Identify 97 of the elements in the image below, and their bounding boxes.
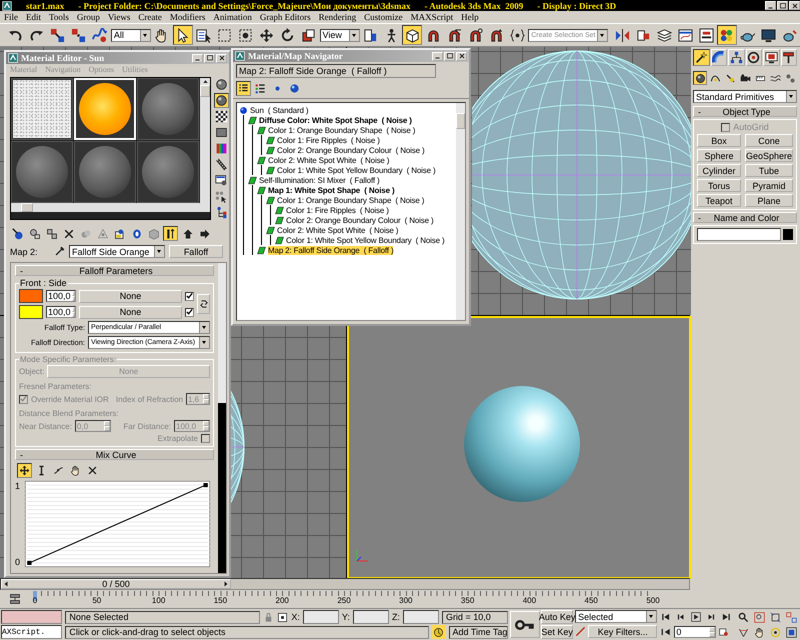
group-title: Front : Side	[19, 278, 68, 288]
frame-field[interactable]: 0	[674, 626, 716, 638]
rollout-header[interactable]: - Object Type	[693, 106, 797, 117]
tree-item[interactable]: Diffuse Color: White Spot Shape ( Noise )	[259, 116, 412, 124]
checkbox-label: AutoGrid	[733, 122, 769, 132]
map-name-field[interactable]: Falloff Side Orange	[69, 245, 165, 258]
frame-label: 50	[92, 596, 102, 605]
script-listener-field[interactable]: AXScript.	[1, 625, 62, 639]
map-button[interactable]: None	[79, 306, 182, 318]
menu-item[interactable]: Modifiers	[166, 12, 210, 22]
selection-status: None Selected	[65, 610, 260, 624]
axis-label: 1	[15, 481, 22, 491]
menu-item[interactable]: File	[0, 12, 22, 22]
frame-label: 450	[584, 596, 598, 605]
frame-label: 100	[152, 596, 166, 605]
tree-item[interactable]: Color 1: White Spot Yellow Boundary ( Noise )	[277, 166, 436, 174]
checkbox-label: Extrapolate	[158, 434, 198, 443]
tree-item[interactable]: Self-Illumination: SI Mixer ( Falloff )	[259, 176, 380, 184]
dropdown[interactable]: View	[320, 28, 360, 42]
field-label: Index of Refraction	[116, 394, 183, 404]
tree-item[interactable]: Color 2: Orange Boundary Colour ( Noise )	[277, 146, 425, 154]
section-label: Distance Blend Parameters:	[19, 409, 120, 418]
set-key-button[interactable]: Set Key	[541, 625, 574, 639]
section-label: Fresnel Parameters:	[19, 382, 92, 391]
primitive-button[interactable]: Sphere	[697, 149, 741, 162]
key-filters-button[interactable]: Key Filters...	[588, 625, 658, 638]
rollout-header[interactable]: - Name and Color	[693, 212, 797, 223]
field-label: Far Distance:	[123, 422, 171, 430]
tree-item[interactable]: Color 2: White Spot White ( Noise )	[268, 156, 390, 164]
frame-label: 350	[460, 596, 474, 605]
frame-label: 0	[32, 596, 38, 605]
menu-item[interactable]: Create	[134, 12, 166, 22]
map-button[interactable]: None	[79, 290, 182, 302]
time-slider-thumb[interactable]: 0 / 500	[1, 579, 231, 589]
primitive-button[interactable]: GeoSphere	[744, 149, 793, 162]
rollout-header[interactable]: - Mix Curve	[15, 449, 214, 460]
primitive-button[interactable]: Cylinder	[697, 164, 741, 177]
group-title: Mode Specific Parameters:	[19, 355, 118, 364]
menu-item[interactable]: Rendering	[314, 12, 360, 22]
tree-item[interactable]: Map 2: Falloff Side Orange ( Falloff )	[268, 246, 394, 254]
menu-item[interactable]: Group	[72, 12, 104, 22]
checkbox-label: Override Material IOR	[31, 394, 109, 404]
key-set-dropdown[interactable]: Selected	[575, 610, 658, 623]
menu-item[interactable]: MAXScript	[406, 12, 458, 22]
amount-field[interactable]: 100,0	[46, 290, 76, 302]
window-title: star1.max	[26, 0, 64, 10]
tree-item[interactable]: Sun ( Standard )	[250, 106, 308, 114]
frame-label: 200	[276, 596, 289, 605]
axis-label: 0	[15, 557, 22, 567]
path-field: Map 2: Falloff Side Orange ( Falloff )	[236, 64, 436, 78]
menu-item[interactable]: Customize	[360, 12, 407, 22]
dropdown[interactable]: All	[110, 28, 151, 42]
auto-key-button[interactable]: Auto Key	[541, 610, 574, 624]
window-title: Material/Map Navigator	[248, 51, 343, 61]
rollout-header[interactable]: - Falloff Parameters	[15, 265, 214, 276]
map-label: Map 2:	[10, 246, 39, 256]
primitive-button[interactable]: Teapot	[697, 194, 741, 207]
field-label: Near Distance:	[19, 422, 72, 430]
primitive-button[interactable]: Torus	[697, 179, 741, 192]
menu-item[interactable]: Help	[457, 12, 483, 22]
window-title: Material Editor - Sun	[21, 53, 104, 63]
tree-item[interactable]: Color 1: White Spot Yellow Boundary ( Noise )	[286, 236, 445, 244]
tree-item[interactable]: Map 1: White Spot Shape ( Noise )	[268, 186, 394, 194]
menu-item[interactable]: Edit	[22, 12, 46, 22]
tree-item[interactable]: Color 1: Fire Ripples ( Noise )	[277, 136, 380, 144]
primitive-button[interactable]: Box	[697, 134, 741, 147]
frame-label: 500	[646, 596, 660, 605]
tree-item[interactable]: Color 1: Orange Boundary Shape ( Noise )	[277, 196, 424, 204]
frame-label: 250	[337, 596, 351, 605]
coordinate-label: Y:	[342, 612, 350, 622]
tree-item[interactable]: Color 2: White Spot White ( Noise )	[277, 226, 398, 234]
tree-item[interactable]: Color 1: Fire Ripples ( Noise )	[286, 206, 389, 214]
coordinate-label: X:	[291, 612, 300, 622]
primitive-button[interactable]: Pyramid	[744, 179, 793, 192]
tree-item[interactable]: Color 2: Orange Boundary Colour ( Noise )	[286, 216, 434, 224]
window-title: - Project Folder: C:\Documents and Settings\Force_Majeure\Мои документы\3dsmax	[78, 0, 411, 10]
time-tag-label: Add Time Tag	[448, 626, 508, 638]
grid-status: Grid = 10,0	[442, 610, 508, 624]
window-title: - Autodesk 3ds Max 2009	[424, 0, 524, 10]
menu-item[interactable]: Views	[104, 12, 134, 22]
frame-label: 300	[399, 596, 412, 605]
window-title: - Display : Direct 3D	[537, 0, 616, 10]
amount-field[interactable]: 100,0	[46, 306, 76, 318]
frame-label: 400	[522, 596, 536, 605]
menu-item[interactable]: Animation	[209, 12, 256, 22]
coordinate-label: Z:	[392, 612, 400, 622]
primitive-button[interactable]: Plane	[744, 194, 793, 207]
primitive-button[interactable]: Tube	[744, 164, 793, 177]
tree-item[interactable]: Color 1: Orange Boundary Shape ( Noise )	[268, 126, 416, 134]
map-type-button[interactable]: Falloff	[169, 245, 223, 258]
primitive-button[interactable]: Cone	[744, 134, 793, 147]
menu-item[interactable]: Graph Editors	[256, 12, 315, 22]
category-dropdown[interactable]: Standard Primitives	[693, 90, 797, 103]
frame-label: 150	[214, 596, 228, 605]
field-label: Object:	[19, 367, 44, 376]
time-slider[interactable]: 0 / 500	[0, 578, 690, 590]
menu-item[interactable]: Tools	[45, 12, 73, 22]
